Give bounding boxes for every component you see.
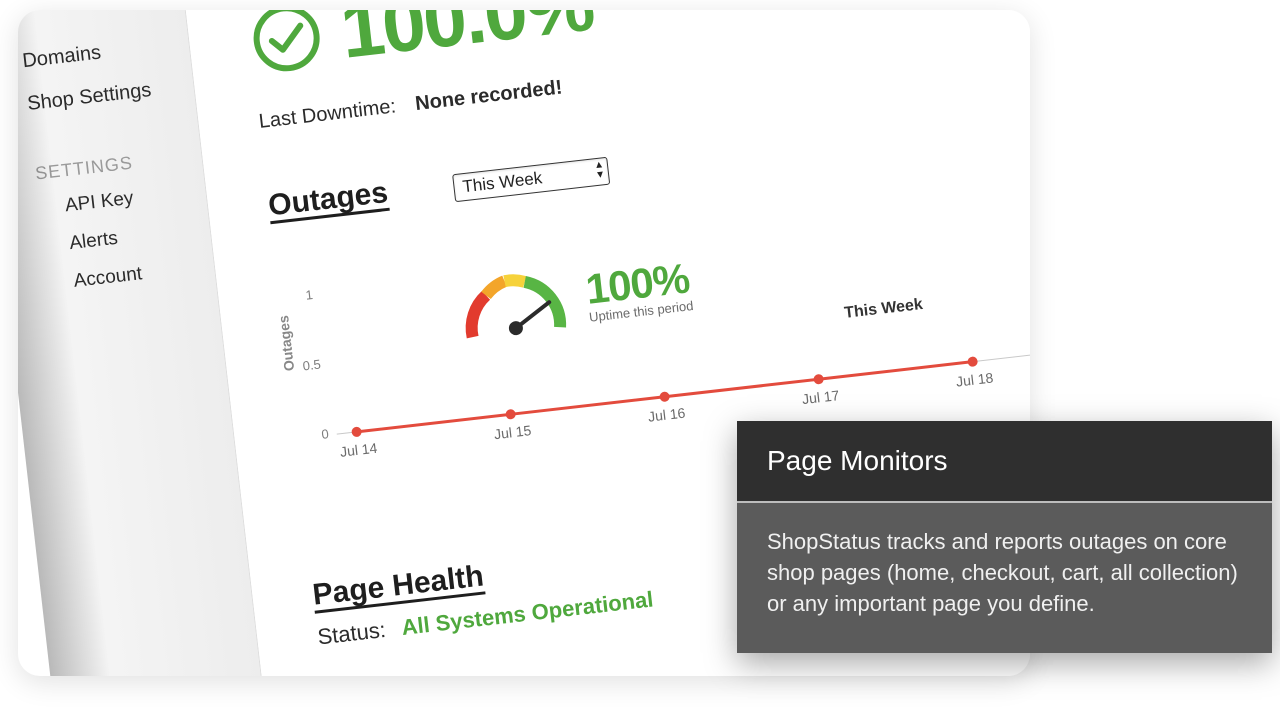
- ytick-05: 0.5: [302, 357, 322, 374]
- ytick-1: 1: [305, 287, 314, 303]
- xtick-2: Jul 16: [647, 405, 686, 425]
- xtick-0: Jul 14: [339, 440, 378, 460]
- gauge-icon: [449, 256, 578, 351]
- uptime-percent: 100.0%: [336, 10, 597, 77]
- last-downtime-value: None recorded!: [414, 76, 563, 115]
- check-circle-icon: [246, 10, 328, 79]
- page-health-status-label: Status:: [316, 617, 387, 650]
- callout-body: ShopStatus tracks and reports outages on…: [737, 503, 1272, 653]
- xtick-3: Jul 17: [801, 387, 840, 407]
- outages-heading: Outages: [267, 176, 390, 223]
- period-select[interactable]: This Week ▲▼: [452, 157, 610, 202]
- stepper-icon: ▲▼: [594, 160, 606, 181]
- xtick-1: Jul 15: [493, 422, 532, 442]
- callout-title: Page Monitors: [737, 421, 1272, 501]
- period-select-value: This Week: [462, 168, 544, 196]
- ytick-0: 0: [321, 426, 330, 442]
- last-downtime-label: Last Downtime:: [258, 95, 397, 132]
- chart-ylabel: Outages: [275, 315, 297, 372]
- callout-card: Page Monitors ShopStatus tracks and repo…: [737, 421, 1272, 653]
- xtick-4: Jul 18: [955, 369, 994, 389]
